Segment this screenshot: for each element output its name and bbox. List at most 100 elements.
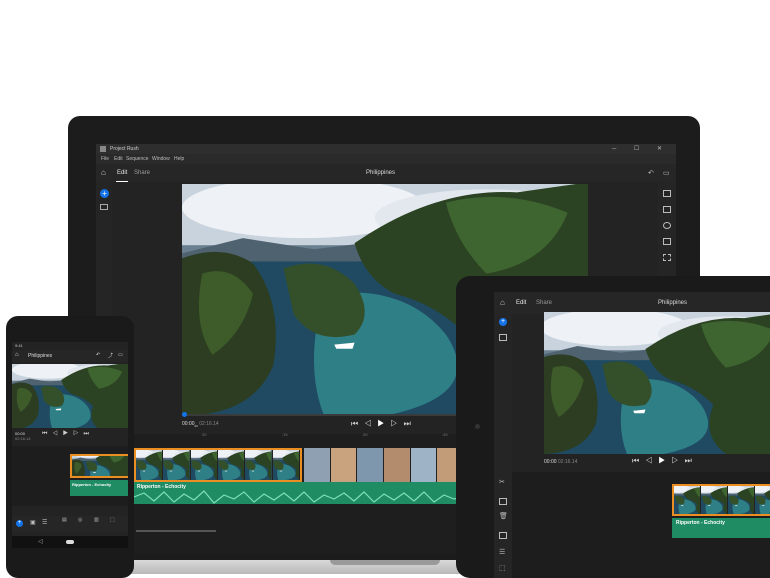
project-title: Philippines	[366, 170, 396, 176]
transport-controls: ⏮◁▶▷⏭	[351, 419, 417, 429]
timeline-scrollbar[interactable]	[136, 530, 216, 532]
timecode-duration: 02:16.14	[199, 421, 219, 427]
tablet-camera	[475, 424, 480, 429]
tab-edit[interactable]: Edit	[115, 170, 129, 182]
phone-video-clip[interactable]	[70, 454, 128, 478]
skip-back-icon[interactable]: ⏮	[632, 456, 645, 465]
layout-icon[interactable]	[663, 190, 671, 197]
tablet-transport-controls: ⏮◁▶▷⏭	[632, 456, 698, 466]
phone-program-monitor[interactable]	[12, 364, 128, 428]
crop-icon[interactable]	[499, 532, 507, 539]
ruler-tick: :45	[442, 432, 448, 437]
project-title: Philippines	[658, 300, 688, 306]
skip-back-icon[interactable]: ⏮	[42, 431, 52, 437]
status-time: 9:41	[15, 343, 23, 348]
media-icon[interactable]	[499, 334, 507, 341]
audio-icon[interactable]: ▥	[94, 517, 99, 523]
home-pill-icon[interactable]	[66, 540, 74, 544]
add-media-button[interactable]: +	[100, 189, 109, 198]
skip-forward-icon[interactable]: ⏭	[404, 419, 417, 428]
tab-edit[interactable]: Edit	[516, 300, 526, 306]
media-icon[interactable]	[100, 204, 108, 210]
project-title: Philippines	[28, 353, 53, 359]
ruler-tick: 00	[202, 432, 207, 437]
tab-share[interactable]: Share	[134, 170, 150, 176]
window-controls[interactable]: ─ ☐ ✕	[612, 145, 670, 152]
home-icon[interactable]: ⌂	[500, 298, 505, 307]
video-clip-selected[interactable]	[134, 448, 302, 482]
play-icon[interactable]: ▶	[63, 431, 73, 437]
menu-file[interactable]: File	[101, 156, 109, 162]
skip-back-icon[interactable]: ⏮	[351, 419, 364, 428]
tablet-program-monitor[interactable]	[544, 312, 770, 454]
window-titlebar: Project Rush ─ ☐ ✕	[96, 144, 676, 154]
home-icon[interactable]: ⌂	[15, 352, 19, 358]
transform-icon[interactable]: ⬚	[110, 517, 115, 523]
menu-sequence[interactable]: Sequence	[126, 156, 149, 162]
step-forward-icon[interactable]: ▷	[73, 431, 83, 437]
comment-icon[interactable]: ▭	[663, 169, 670, 177]
laptop-notch	[330, 560, 440, 565]
film-icon[interactable]: ▤	[62, 517, 67, 523]
step-forward-icon[interactable]: ▷	[390, 419, 403, 428]
skip-forward-icon[interactable]: ⏭	[685, 456, 698, 465]
skip-forward-icon[interactable]: ⏭	[83, 431, 93, 437]
audio-clip[interactable]: Ripperton - Echocity	[134, 482, 464, 504]
timecode-duration: 02:16.14	[557, 459, 578, 465]
film-icon[interactable]	[663, 206, 671, 213]
timecode: 00:0000 02:16.14	[182, 421, 219, 428]
menu-window[interactable]: Window	[152, 156, 170, 162]
trash-icon[interactable]: 🗑	[499, 512, 508, 520]
app-icon	[100, 146, 106, 152]
phone-nav-bar: ◁	[12, 536, 128, 548]
step-back-icon[interactable]: ◁	[52, 431, 62, 437]
audio-clip-label: Ripperton - Echocity	[72, 482, 112, 487]
share-icon[interactable]: ⤴	[108, 352, 113, 359]
menu-bar: File Edit Sequence Window Help	[96, 154, 676, 164]
tab-bar: ⌂ Edit Share Philippines ↶ ▭	[96, 164, 676, 182]
titles-icon[interactable]	[663, 238, 671, 245]
list-icon[interactable]: ☰	[42, 519, 47, 526]
window-title: Project Rush	[110, 146, 139, 152]
phone-audio-clip[interactable]: Ripperton - Echocity	[70, 480, 128, 496]
phone-status-bar: 9:41	[12, 342, 128, 349]
menu-help[interactable]: Help	[174, 156, 184, 162]
timecode-current: 00:00	[544, 459, 557, 465]
tablet-header: ⌂ Edit Share Philippines	[494, 292, 770, 314]
home-icon[interactable]: ⌂	[101, 168, 106, 177]
duplicate-icon[interactable]	[499, 498, 507, 505]
phone-app-screen: 9:41 ⌂ Philippines ↶ ⤴ ▭ 00:00 02:16.14 …	[12, 342, 128, 548]
tab-share[interactable]: Share	[536, 300, 552, 306]
menu-edit[interactable]: Edit	[114, 156, 123, 162]
add-media-button[interactable]: +	[16, 520, 23, 527]
media-icon[interactable]: ▣	[30, 519, 36, 526]
video-clip[interactable]	[304, 448, 464, 482]
timecode-current: 00:00	[182, 421, 195, 427]
transform-icon[interactable]: ⬚	[499, 564, 506, 572]
ruler-tick: :15	[282, 432, 288, 437]
back-icon[interactable]: ◁	[38, 538, 43, 545]
color-icon[interactable]	[663, 222, 671, 229]
playhead-handle[interactable]	[182, 412, 187, 417]
add-media-button[interactable]: +	[499, 318, 507, 326]
list-icon[interactable]: ☰	[499, 548, 505, 556]
phone-transport-controls: ⏮◁▶▷⏭	[42, 431, 94, 438]
play-icon[interactable]: ▶	[658, 456, 671, 465]
transform-icon[interactable]	[663, 254, 671, 261]
phone-header: ⌂ Philippines ↶ ⤴ ▭	[12, 350, 128, 362]
audio-clip-label: Ripperton - Echocity	[676, 520, 725, 526]
tablet-audio-clip[interactable]: Ripperton - Echocity	[672, 518, 770, 538]
undo-icon[interactable]: ↶	[648, 169, 654, 177]
tablet-video-clip[interactable]	[672, 484, 770, 516]
scissors-icon[interactable]: ✂	[499, 478, 505, 486]
step-back-icon[interactable]: ◁	[645, 456, 658, 465]
undo-icon[interactable]: ↶	[96, 352, 100, 358]
step-back-icon[interactable]: ◁	[364, 419, 377, 428]
timecode-duration: 02:16.14	[15, 436, 31, 441]
tablet-timecode: 00:00 02:16.14	[544, 459, 577, 465]
play-icon[interactable]: ▶	[377, 419, 390, 428]
comment-icon[interactable]: ▭	[118, 352, 123, 358]
ruler-tick: :30	[362, 432, 368, 437]
step-forward-icon[interactable]: ▷	[671, 456, 684, 465]
color-icon[interactable]: ◎	[78, 517, 82, 523]
